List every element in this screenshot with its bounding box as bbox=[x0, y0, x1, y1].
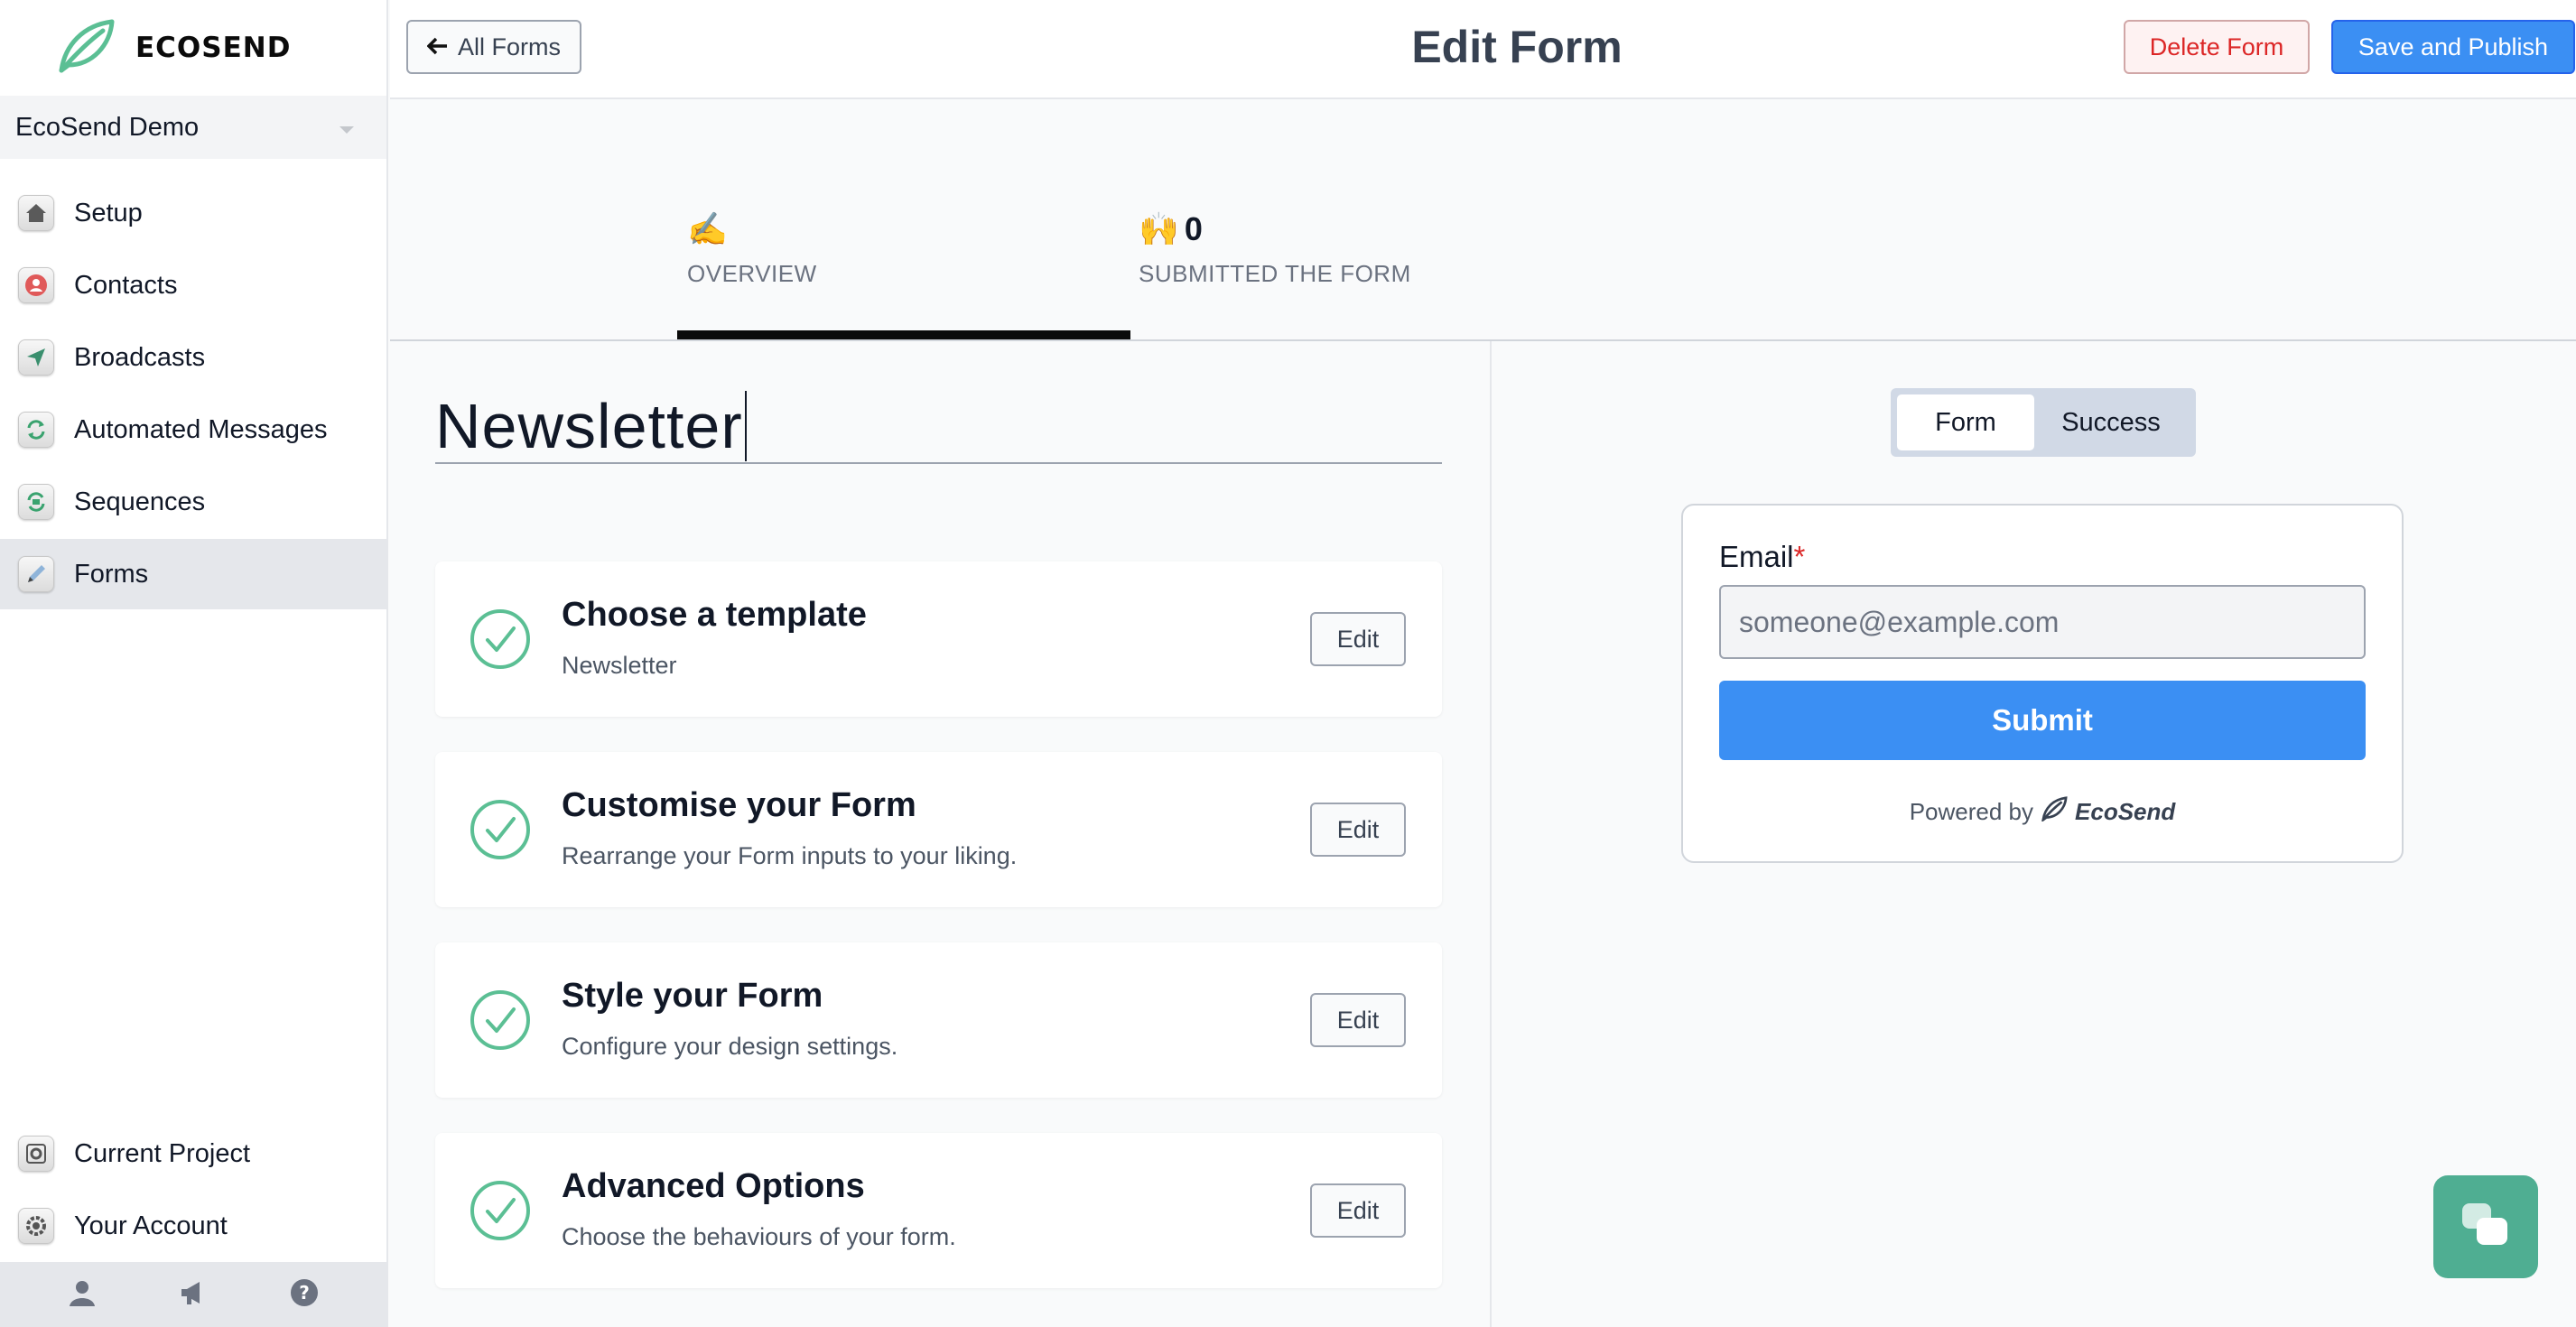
writing-hand-icon: ✍️ bbox=[687, 210, 728, 247]
leaf-icon bbox=[56, 18, 116, 79]
megaphone-icon[interactable] bbox=[178, 1277, 209, 1313]
powered-by-text: Powered by bbox=[1909, 798, 2034, 825]
help-icon[interactable]: ? bbox=[289, 1277, 320, 1313]
form-name-text: Newsletter bbox=[435, 391, 743, 461]
step-description: Rearrange your Form inputs to your likin… bbox=[562, 842, 1018, 869]
edit-advanced-button[interactable]: Edit bbox=[1310, 1183, 1406, 1238]
sidebar-item-label: Automated Messages bbox=[74, 414, 328, 444]
form-preview-card: Email* Submit Powered by EcoSend bbox=[1681, 504, 2404, 863]
form-preview-panel: Form Success Email* Submit Powered by Ec… bbox=[1492, 341, 2576, 1327]
toggle-success[interactable]: Success bbox=[2034, 394, 2188, 450]
step-description: Choose the behaviours of your form. bbox=[562, 1223, 956, 1250]
step-title: Style your Form bbox=[562, 977, 823, 1015]
check-circle-icon bbox=[470, 989, 531, 1051]
check-circle-icon bbox=[470, 608, 531, 670]
sidebar-item-forms[interactable]: Forms bbox=[0, 539, 386, 609]
powered-by: Powered by EcoSend bbox=[1683, 796, 2402, 828]
form-editor-panel: Newsletter Choose a template Newsletter … bbox=[390, 341, 1492, 1327]
submitted-count: 0 bbox=[1184, 210, 1203, 247]
all-forms-button[interactable]: All Forms bbox=[406, 20, 581, 74]
email-label: Email* bbox=[1719, 540, 1805, 574]
step-title: Choose a template bbox=[562, 596, 867, 634]
active-tab-indicator bbox=[677, 330, 1130, 339]
delete-form-button[interactable]: Delete Form bbox=[2124, 20, 2310, 74]
project-select[interactable]: EcoSend Demo bbox=[0, 96, 386, 159]
step-card-advanced: Advanced Options Choose the behaviours o… bbox=[435, 1133, 1442, 1288]
sequence-icon bbox=[18, 484, 54, 520]
form-name-input[interactable]: Newsletter bbox=[435, 390, 1442, 464]
sidebar-item-automated-messages[interactable]: Automated Messages bbox=[0, 394, 386, 465]
text-cursor bbox=[744, 391, 747, 461]
save-and-publish-button[interactable]: Save and Publish bbox=[2331, 20, 2575, 74]
sidebar-item-sequences[interactable]: Sequences bbox=[0, 467, 386, 537]
step-title: Customise your Form bbox=[562, 786, 916, 824]
svg-text:?: ? bbox=[299, 1282, 310, 1304]
step-card-customise: Customise your Form Rearrange your Form … bbox=[435, 752, 1442, 907]
leaf-icon bbox=[2041, 796, 2068, 828]
logo[interactable]: ECOSEND bbox=[56, 16, 291, 79]
sidebar-footer: ? bbox=[0, 1262, 386, 1327]
edit-template-button[interactable]: Edit bbox=[1310, 612, 1406, 666]
stats-tabs: ✍️ OVERVIEW 🙌 0 SUBMITTED THE FORM bbox=[390, 101, 2576, 341]
check-circle-icon bbox=[470, 1180, 531, 1241]
submit-button[interactable]: Submit bbox=[1719, 681, 2366, 760]
step-card-style: Style your Form Configure your design se… bbox=[435, 942, 1442, 1098]
paper-plane-icon bbox=[18, 339, 54, 376]
tab-overview[interactable]: ✍️ OVERVIEW bbox=[687, 209, 817, 288]
step-description: Configure your design settings. bbox=[562, 1033, 898, 1060]
edit-style-button[interactable]: Edit bbox=[1310, 993, 1406, 1047]
edit-customise-button[interactable]: Edit bbox=[1310, 803, 1406, 857]
sidebar-item-current-project[interactable]: Current Project bbox=[0, 1118, 386, 1189]
tab-overview-label: OVERVIEW bbox=[687, 260, 817, 287]
user-icon[interactable] bbox=[67, 1277, 98, 1313]
sidebar-item-setup[interactable]: Setup bbox=[0, 178, 386, 248]
sidebar-item-label: Sequences bbox=[74, 487, 206, 516]
required-mark: * bbox=[1793, 540, 1806, 573]
sidebar-item-label: Contacts bbox=[74, 270, 178, 300]
chat-bubbles-icon bbox=[2459, 1200, 2513, 1255]
preview-toggle: Form Success bbox=[1891, 388, 2196, 457]
email-input[interactable] bbox=[1719, 585, 2366, 659]
step-card-template: Choose a template Newsletter Edit bbox=[435, 561, 1442, 717]
step-description: Newsletter bbox=[562, 652, 677, 679]
step-title: Advanced Options bbox=[562, 1167, 865, 1205]
contacts-icon bbox=[18, 267, 54, 303]
tab-submitted[interactable]: 🙌 0 SUBMITTED THE FORM bbox=[1139, 209, 1411, 288]
arrow-left-icon bbox=[426, 33, 449, 61]
logo-text: ECOSEND bbox=[135, 32, 292, 64]
top-bar: All Forms Edit Form Delete Form Save and… bbox=[390, 0, 2576, 99]
sidebar-item-contacts[interactable]: Contacts bbox=[0, 250, 386, 320]
sidebar-item-label: Forms bbox=[74, 559, 149, 589]
chevron-down-icon bbox=[339, 126, 354, 134]
tab-submitted-label: SUBMITTED THE FORM bbox=[1139, 260, 1411, 287]
page-title: Edit Form bbox=[1411, 22, 1623, 72]
gear-icon bbox=[18, 1136, 54, 1172]
sidebar-item-label: Setup bbox=[74, 198, 143, 227]
raised-hands-icon: 🙌 bbox=[1139, 210, 1179, 247]
powered-by-brand: EcoSend bbox=[2075, 798, 2176, 825]
email-label-text: Email bbox=[1719, 540, 1794, 573]
refresh-icon bbox=[18, 412, 54, 448]
home-icon bbox=[18, 195, 54, 231]
pencil-icon bbox=[18, 556, 54, 592]
sidebar-item-broadcasts[interactable]: Broadcasts bbox=[0, 322, 386, 393]
toggle-form[interactable]: Form bbox=[1897, 394, 2034, 450]
sidebar-item-your-account[interactable]: Your Account bbox=[0, 1191, 386, 1261]
sidebar-item-label: Your Account bbox=[74, 1211, 228, 1240]
project-name: EcoSend Demo bbox=[15, 112, 200, 142]
sidebar: ECOSEND EcoSend Demo Setup Contacts Broa… bbox=[0, 0, 388, 1327]
gear-icon bbox=[18, 1208, 54, 1244]
sidebar-item-label: Current Project bbox=[74, 1138, 251, 1168]
sidebar-item-label: Broadcasts bbox=[74, 342, 206, 372]
chat-launcher-button[interactable] bbox=[2433, 1175, 2538, 1278]
all-forms-label: All Forms bbox=[458, 32, 561, 60]
check-circle-icon bbox=[470, 799, 531, 860]
